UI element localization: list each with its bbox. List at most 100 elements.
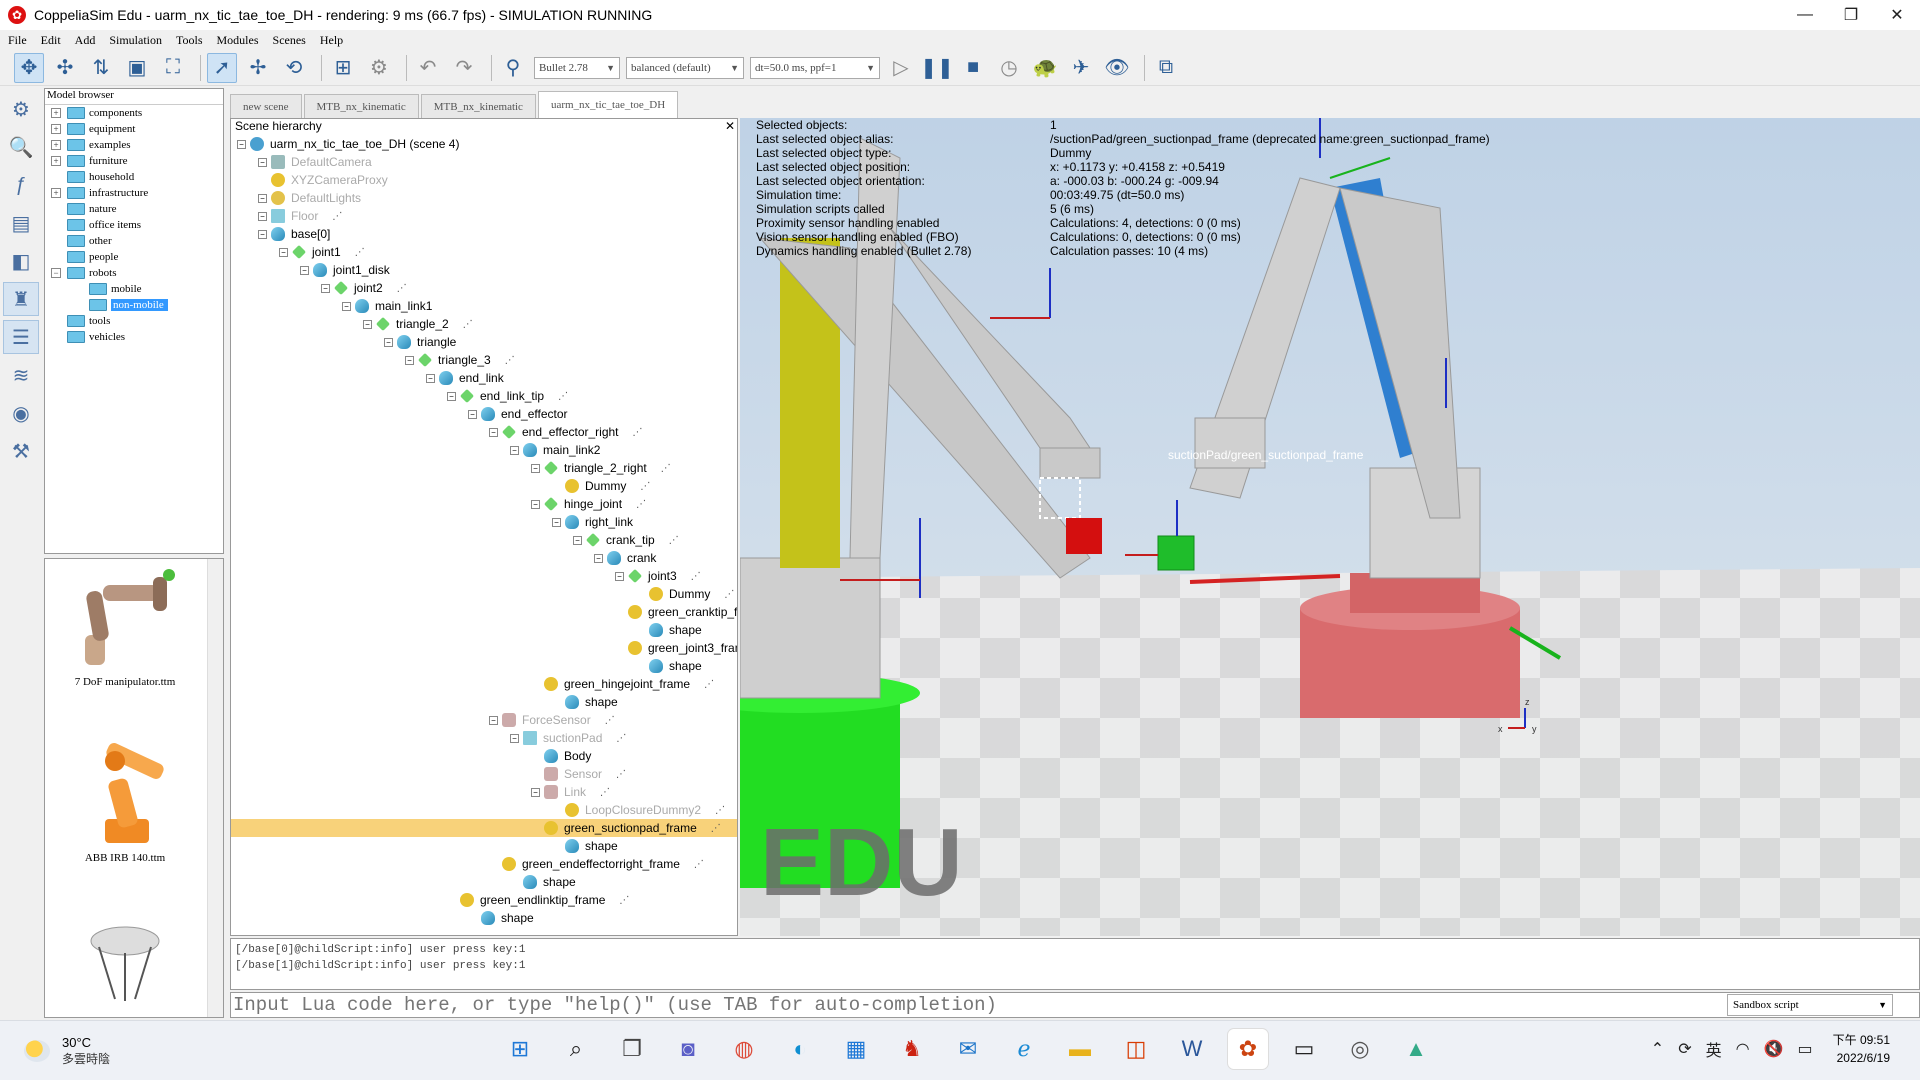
script-selector[interactable]: Sandbox script ▼ [1727,994,1893,1016]
minimize-button[interactable]: — [1782,0,1828,30]
game-icon[interactable]: ♞ [892,1029,932,1069]
script-indicator-icon[interactable]: ⋰ [505,355,515,366]
volume-mute-icon[interactable]: 🔇 [1764,1039,1784,1059]
script-indicator-icon[interactable]: ⋰ [661,463,671,474]
coppeliasim-icon[interactable]: ✿ [1228,1029,1268,1069]
close-button[interactable]: ✕ [1874,0,1920,30]
model-folder-item[interactable]: + examples [45,137,223,153]
model-folder-item[interactable]: nature [45,201,223,217]
task-view-icon[interactable]: ❐ [612,1029,652,1069]
word-icon[interactable]: W [1172,1029,1212,1069]
script-indicator-icon[interactable]: ⋰ [691,571,701,582]
maximize-button[interactable]: ❐ [1828,0,1874,30]
video-recorder-icon[interactable]: ◉ [3,396,39,430]
hierarchy-row[interactable]: − Link ⋰ [231,783,737,801]
collapse-toggle-icon[interactable]: − [510,733,519,743]
script-indicator-icon[interactable]: ⋰ [669,535,679,546]
script-indicator-icon[interactable]: ⋰ [619,895,629,906]
collapse-toggle-icon[interactable]: − [426,373,435,383]
hierarchy-row[interactable]: − crank [231,549,737,567]
teams-icon[interactable]: ◙ [668,1029,708,1069]
model-folder-item[interactable]: tools [45,313,223,329]
collapse-toggle-icon[interactable]: − [447,391,456,401]
hierarchy-row[interactable]: −green_joint3_frame⋰ [231,639,737,657]
windows-start-icon[interactable]: ⊞ [500,1029,540,1069]
script-indicator-icon[interactable]: ⋰ [397,283,407,294]
hierarchy-row[interactable]: −shape [231,837,737,855]
collapse-toggle-icon[interactable]: − [384,337,393,347]
model-folder-item[interactable]: mobile [45,281,223,297]
script-indicator-icon[interactable]: ⋰ [355,247,365,258]
close-icon[interactable]: ✕ [725,119,735,133]
expand-toggle-icon[interactable]: + [51,156,61,166]
hierarchy-row[interactable]: − end_effector [231,405,737,423]
menu-modules[interactable]: Modules [217,33,259,48]
script-indicator-icon[interactable]: ⋰ [711,823,721,834]
physics-engine-select[interactable]: Bullet 2.78 ▼ [534,56,620,79]
menu-scenes[interactable]: Scenes [273,33,306,48]
layers-stack-icon[interactable]: ≋ [3,358,39,392]
hierarchy-row[interactable]: −Dummy⋰ [231,477,737,495]
camera-shift-icon[interactable]: ⇅ [86,53,116,83]
collapse-toggle-icon[interactable]: − [615,571,624,581]
menu-tools[interactable]: Tools [176,33,203,48]
script-icon[interactable]: ƒ [3,168,39,202]
object-rotate-icon[interactable]: ⟲ [279,53,309,83]
hierarchy-row[interactable]: − hinge_joint ⋰ [231,495,737,513]
hierarchy-row[interactable]: −green_hingejoint_frame⋰ [231,675,737,693]
menu-file[interactable]: File [8,33,27,48]
tab-scene-active[interactable]: uarm_nx_tic_tae_toe_DH [537,91,679,118]
edge-icon[interactable]: ◐ [780,1029,820,1069]
hierarchy-row[interactable]: − Floor ⋰ [231,207,737,225]
collapse-toggle-icon[interactable]: − [510,445,519,455]
undo-icon[interactable]: ↶ [413,53,443,83]
model-folder-item[interactable]: people [45,249,223,265]
model-folder-item[interactable]: + components [45,105,223,121]
hierarchy-row[interactable]: − DefaultLights [231,189,737,207]
collapse-toggle-icon[interactable]: − [258,211,267,221]
expand-toggle-icon[interactable]: − [51,268,61,278]
hierarchy-row[interactable]: − joint2 ⋰ [231,279,737,297]
tab-scene[interactable]: MTB_nx_kinematic [420,94,536,118]
verify-connection-icon[interactable]: ⚲ [498,53,528,83]
layers-icon[interactable]: ▤ [3,206,39,240]
model-folder-item[interactable]: + equipment [45,121,223,137]
terminal-icon[interactable]: ▭ [1284,1029,1324,1069]
collapse-toggle-icon[interactable]: − [237,139,246,149]
expand-toggle-icon[interactable]: + [51,124,61,134]
hierarchy-row[interactable]: − joint3 ⋰ [231,567,737,585]
collapse-toggle-icon[interactable]: − [405,355,414,365]
timestep-select[interactable]: dt=50.0 ms, ppf=1 ▼ [750,56,880,79]
script-indicator-icon[interactable]: ⋰ [724,589,734,600]
collapse-toggle-icon[interactable]: − [594,553,603,563]
model-folder-item[interactable]: + furniture [45,153,223,169]
hierarchy-row[interactable]: − joint1 ⋰ [231,243,737,261]
office-icon[interactable]: ◫ [1116,1029,1156,1069]
hierarchy-row[interactable]: − end_link [231,369,737,387]
sphere-app-icon[interactable]: ◎ [1340,1029,1380,1069]
menu-add[interactable]: Add [75,33,96,48]
script-indicator-icon[interactable]: ⋰ [463,319,473,330]
search-icon[interactable]: ⌕ [556,1029,596,1069]
script-indicator-icon[interactable]: ⋰ [616,733,626,744]
expand-toggle-icon[interactable]: + [51,140,61,150]
slow-down-icon[interactable]: 🐢 [1030,53,1060,83]
scene-hierarchy-icon[interactable]: ☰ [3,320,39,354]
realtime-icon[interactable]: ◷ [994,53,1024,83]
expand-toggle-icon[interactable]: + [51,188,61,198]
script-indicator-icon[interactable]: ⋰ [600,787,610,798]
script-indicator-icon[interactable]: ⋰ [694,859,704,870]
mail-icon[interactable]: ✉ [948,1029,988,1069]
chevron-up-icon[interactable]: ⌃ [1651,1039,1664,1059]
model-thumbnail[interactable] [45,919,205,1012]
hierarchy-row[interactable]: − right_link [231,513,737,531]
chrome-icon[interactable]: ◍ [724,1029,764,1069]
battery-icon[interactable]: ▭ [1798,1039,1813,1059]
model-thumbnail[interactable]: 7 DoF manipulator.ttm [45,563,205,688]
hierarchy-row[interactable]: − DefaultCamera [231,153,737,171]
script-indicator-icon[interactable]: ⋰ [715,805,725,816]
hierarchy-row[interactable]: − uarm_nx_tic_tae_toe_DH (scene 4) [231,135,737,153]
page-selector-icon[interactable]: ⧉ [1151,53,1181,83]
magnifier-icon[interactable]: 🔍 [3,130,39,164]
ime-indicator[interactable]: 英 [1706,1037,1722,1061]
